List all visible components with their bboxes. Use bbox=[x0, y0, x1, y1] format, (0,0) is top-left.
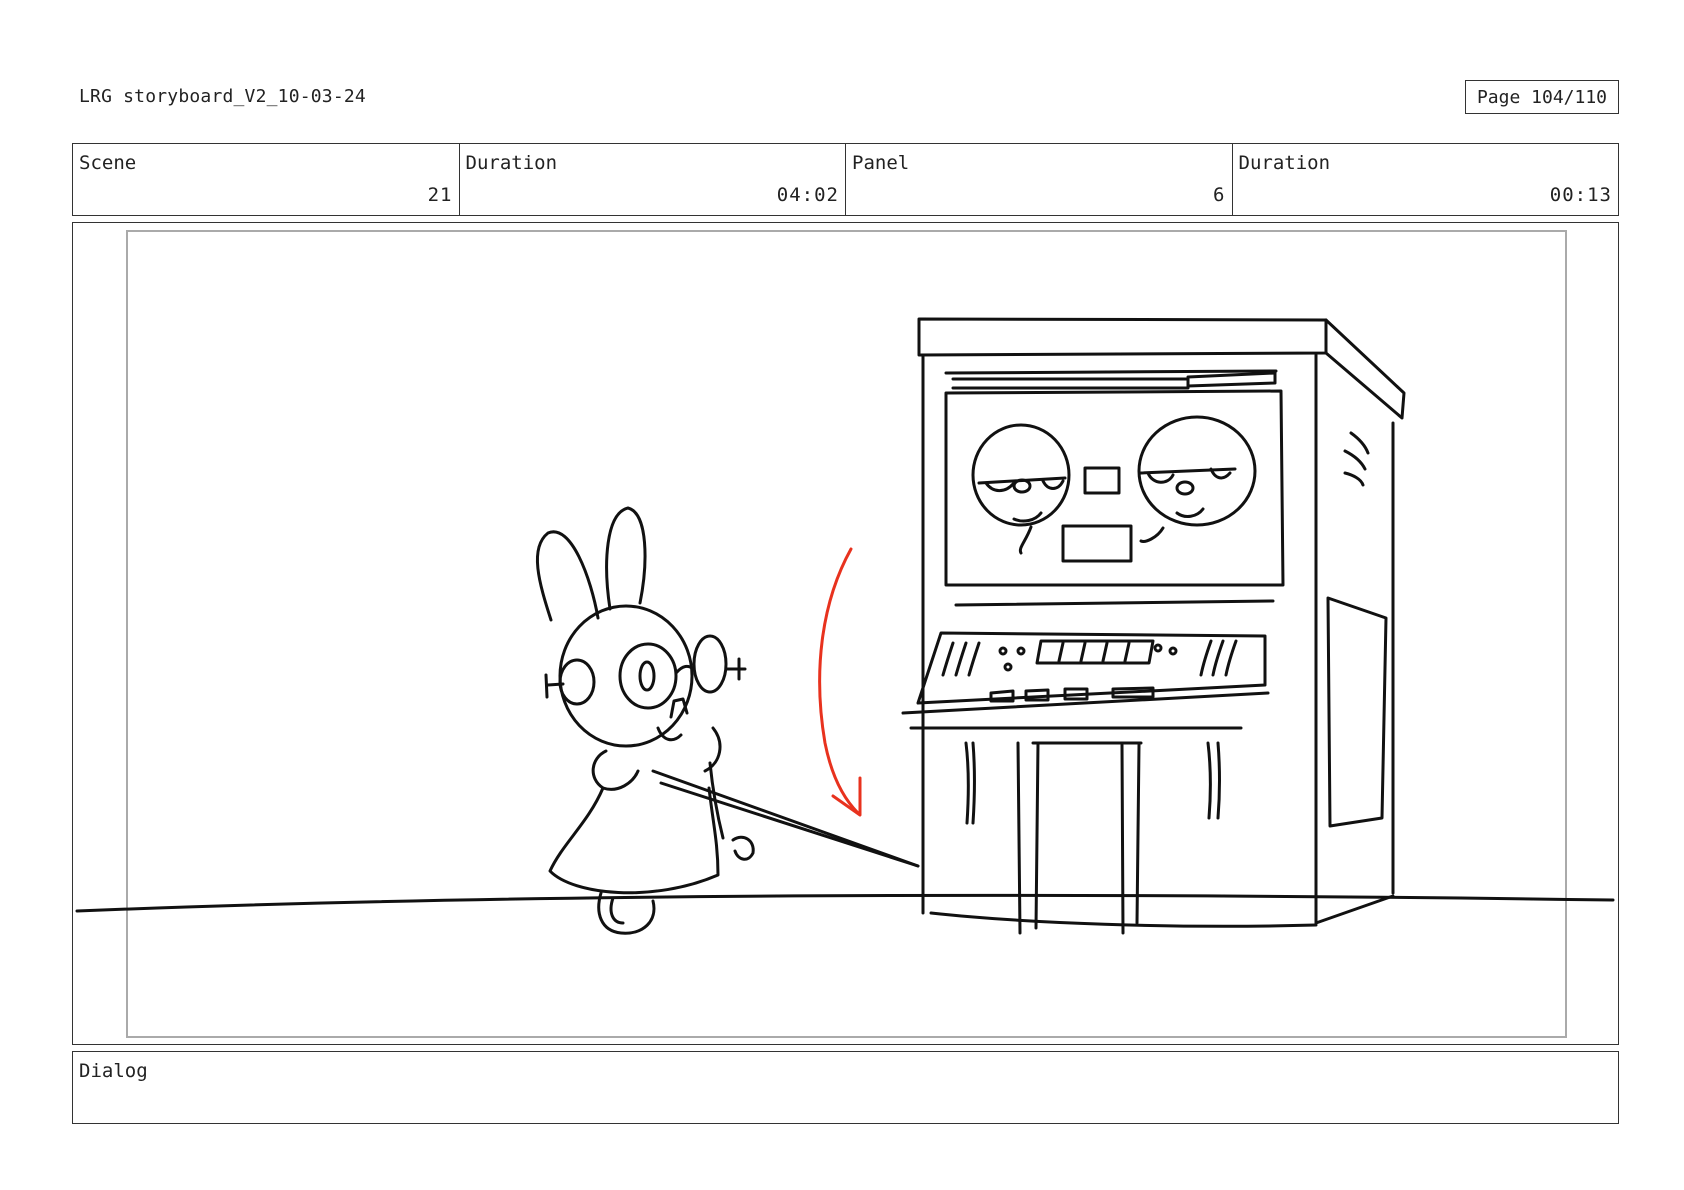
panel-info-row: Scene 21 Duration 04:02 Panel 6 Duration… bbox=[72, 143, 1619, 216]
bunny-eye-left bbox=[558, 658, 596, 706]
ground-line bbox=[75, 893, 1615, 913]
side-vent bbox=[1349, 431, 1370, 455]
bunny-eye-lens-right bbox=[692, 634, 728, 694]
panel-duration-cell: Duration 00:13 bbox=[1233, 144, 1619, 215]
page-indicator: Page 104/110 bbox=[1465, 80, 1619, 114]
scene-cell: Scene 21 bbox=[73, 144, 460, 215]
document-title: LRG storyboard_V2_10-03-24 bbox=[79, 86, 366, 107]
panel-duration-value: 00:13 bbox=[1549, 184, 1612, 206]
lower-door bbox=[1016, 741, 1022, 935]
panel-duration-label: Duration bbox=[1238, 152, 1331, 174]
dialog-label: Dialog bbox=[79, 1060, 148, 1082]
bunny-teeth bbox=[669, 697, 689, 719]
storyboard-frame bbox=[72, 222, 1619, 1045]
bunny-dress bbox=[548, 786, 720, 895]
scene-duration-value: 04:02 bbox=[776, 184, 839, 206]
tape-machine bbox=[901, 317, 1406, 935]
scene-value: 21 bbox=[427, 184, 453, 206]
scene-duration-label: Duration bbox=[465, 152, 558, 174]
panel-value: 6 bbox=[1213, 184, 1226, 206]
panel-sketch bbox=[75, 317, 1615, 935]
bunny-collar bbox=[591, 749, 640, 791]
dialog-box: Dialog bbox=[72, 1051, 1619, 1124]
reel-window bbox=[944, 389, 1285, 587]
panel-cell: Panel 6 bbox=[846, 144, 1233, 215]
scene-label: Scene bbox=[79, 152, 137, 174]
bunny-ear-right bbox=[605, 506, 647, 611]
page-indicator-text: Page 104/110 bbox=[1476, 86, 1608, 108]
bunny-ear-left bbox=[535, 530, 600, 622]
motion-arrow bbox=[818, 547, 862, 817]
reel-center-box bbox=[1083, 466, 1121, 495]
machine-top bbox=[917, 317, 1328, 357]
bunny-head bbox=[558, 604, 694, 748]
bunny-eye-lens-left bbox=[618, 642, 678, 710]
panel-label: Panel bbox=[852, 152, 910, 174]
bunny-character bbox=[535, 506, 920, 935]
scene-duration-cell: Duration 04:02 bbox=[460, 144, 846, 215]
reel-left bbox=[971, 423, 1071, 527]
